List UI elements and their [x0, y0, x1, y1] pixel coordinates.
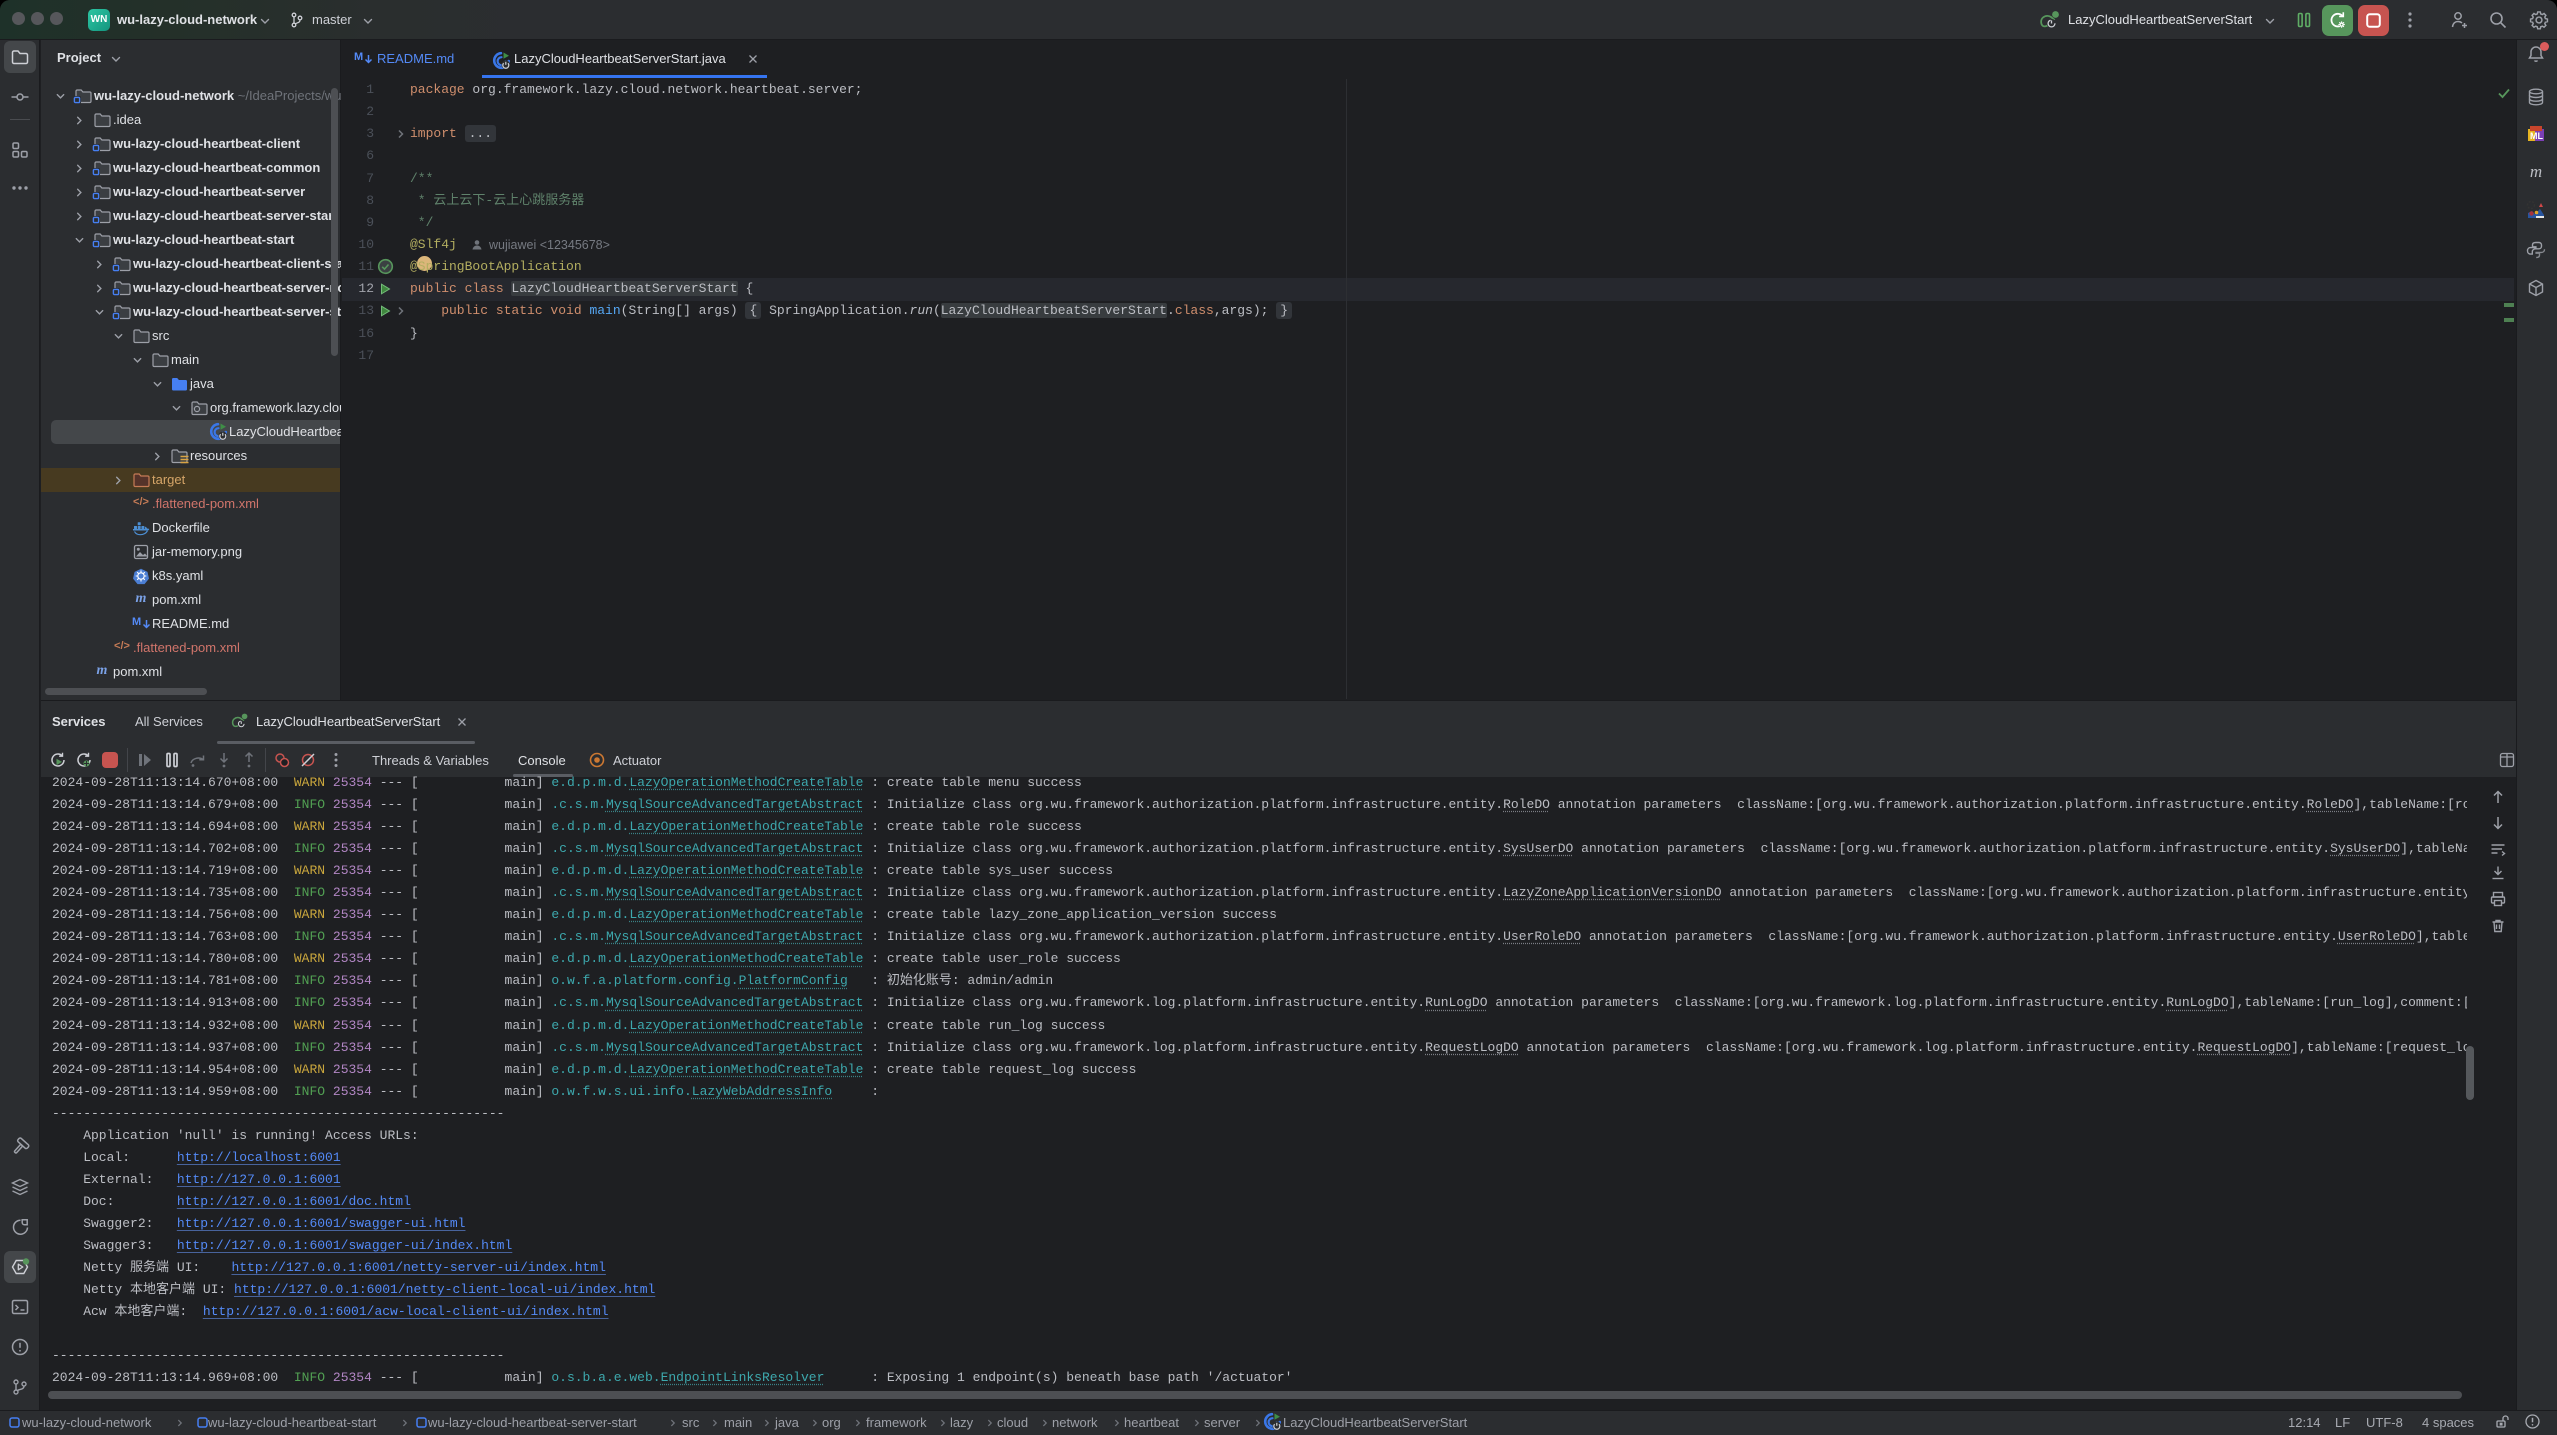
svg-text:ML: ML: [2530, 131, 2543, 141]
